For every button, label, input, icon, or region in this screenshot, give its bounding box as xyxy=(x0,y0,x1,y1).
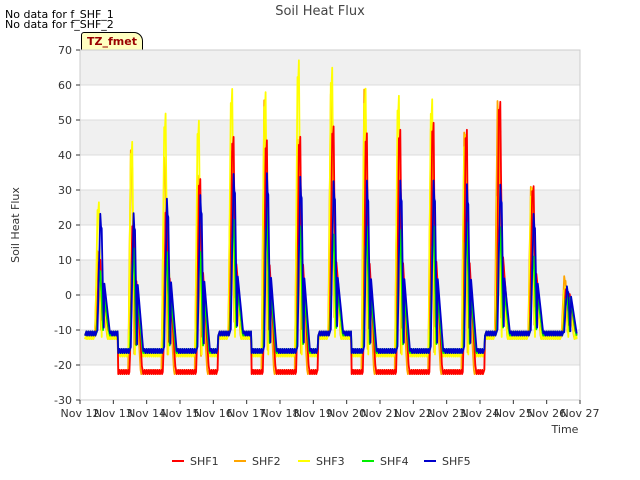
y-tick-label: -30 xyxy=(54,394,72,407)
legend-label-shf5: SHF5 xyxy=(442,455,471,468)
legend: SHF1 SHF2 SHF3 SHF4 SHF5 xyxy=(172,455,471,468)
y-tick-label: 40 xyxy=(58,149,72,162)
y-tick-label: 20 xyxy=(58,219,72,232)
y-tick-label: -20 xyxy=(54,359,72,372)
y-tick-label: 70 xyxy=(58,44,72,57)
y-tick-label: 60 xyxy=(58,79,72,92)
plot-band xyxy=(80,50,580,85)
chart-title: Soil Heat Flux xyxy=(275,4,365,19)
y-tick-label: 0 xyxy=(65,289,72,302)
y-tick-label: 50 xyxy=(58,114,72,127)
y-tick-label: -10 xyxy=(54,324,72,337)
soil-heat-flux-chart: -30-20-10010203040506070Nov 12Nov 13Nov … xyxy=(9,4,600,468)
legend-label-shf3: SHF3 xyxy=(316,455,345,468)
y-tick-label: 30 xyxy=(58,184,72,197)
x-tick-label: Nov 27 xyxy=(561,407,600,420)
legend-label-shf4: SHF4 xyxy=(380,455,409,468)
legend-label-shf1: SHF1 xyxy=(190,455,219,468)
plot-band xyxy=(80,330,580,365)
y-tick-label: 10 xyxy=(58,254,72,267)
y-axis-label: Soil Heat Flux xyxy=(9,187,22,263)
legend-label-shf2: SHF2 xyxy=(252,455,281,468)
x-axis-label: Time xyxy=(551,423,579,436)
